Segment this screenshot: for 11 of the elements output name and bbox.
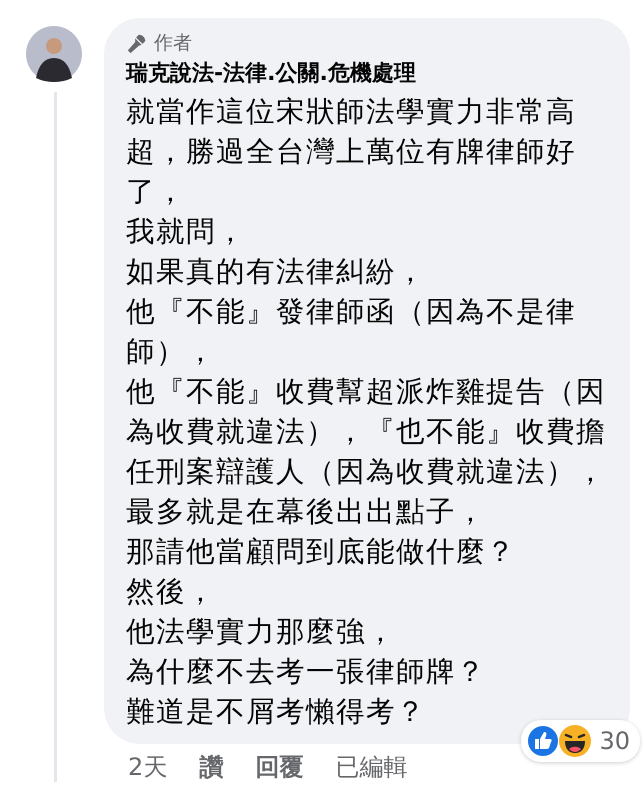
action-button[interactable]: 讚 [199,752,224,782]
microphone-icon [126,32,148,54]
reaction-count: 30 [599,727,630,755]
author-name[interactable]: 瑞克說法-法律.公關.危機處理 [126,60,616,88]
meta-text[interactable]: 已編輯 [335,752,408,782]
action-button[interactable]: 回覆 [255,752,304,782]
avatar[interactable] [26,26,82,82]
meta-text[interactable]: 2天 [128,752,168,782]
author-label: 作者 [154,31,192,56]
reaction-summary[interactable]: 30 [521,720,640,762]
laughing-face-icon [557,723,594,759]
